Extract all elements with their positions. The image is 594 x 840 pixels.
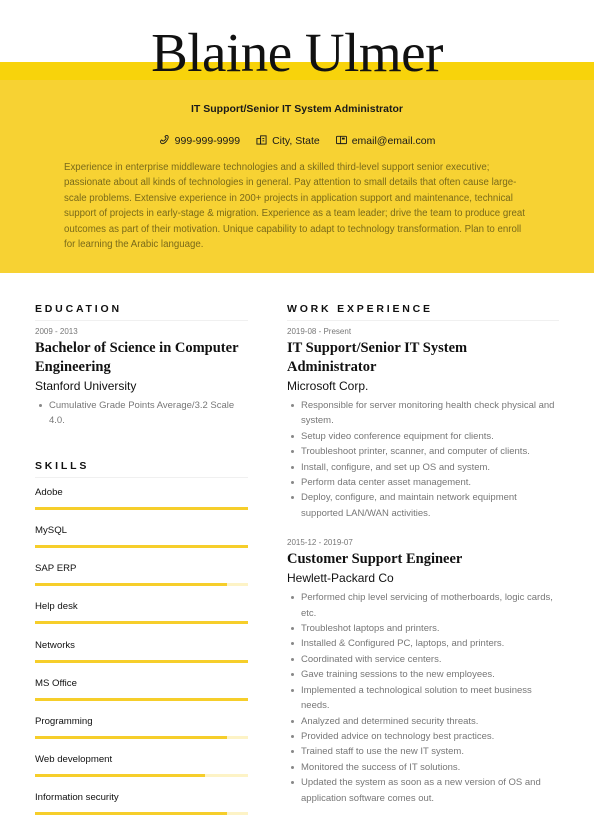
skill-name: SAP ERP (35, 563, 77, 575)
skill-name: Programming (35, 715, 93, 727)
job-title: IT Support/Senior IT System Administrato… (287, 340, 468, 375)
skill-name: Help desk (35, 601, 78, 613)
job-responsibility-item: Trained staff to use the new IT system. (287, 744, 559, 759)
skill-level-track (35, 659, 248, 663)
skill-level-fill (35, 621, 248, 625)
job-responsibility-item: Performed chip level servicing of mother… (287, 590, 559, 621)
skill-level-track (35, 545, 248, 548)
job-date: 2015-12 - 2019-07 (287, 538, 353, 548)
job-responsibility-item: Coordinated with service centers. (287, 652, 559, 667)
location-icon (256, 134, 267, 148)
skill-item: Adobe (35, 484, 248, 522)
skill-name: MySQL (35, 525, 67, 536)
skill-level-fill (35, 774, 206, 778)
skill-level-fill (35, 697, 248, 701)
skill-item: MySQL (35, 522, 248, 560)
job-responsibility-item: Analyzed and determined security threats… (287, 714, 559, 729)
job-responsibility-item: Provided advice on technology best pract… (287, 729, 559, 744)
professional-summary: Experience in enterprise middleware tech… (64, 162, 525, 251)
education-degree: Bachelor of Science in Computer Engineer… (35, 340, 239, 375)
education-details: Cumulative Grade Points Average/3.2 Scal… (35, 398, 248, 429)
contact-email: email@email.com (335, 134, 436, 148)
job-entry: 2015-12 - 2019-07 Customer Support Engine… (287, 538, 559, 806)
skill-level-fill (35, 659, 248, 663)
email-link[interactable]: email@email.com (352, 135, 436, 147)
skill-name: MS Office (35, 677, 77, 689)
skill-level-track (35, 774, 248, 778)
skill-level-track (35, 506, 248, 510)
skill-item: Networks (35, 637, 248, 675)
jobs-list: 2019-08 - Present IT Support/Senior IT Sy… (287, 327, 559, 806)
job-entry: 2019-08 - Present IT Support/Senior IT Sy… (287, 327, 559, 521)
skill-item: SAP ERP (35, 560, 248, 598)
education-date: 2009 - 2013 (35, 327, 78, 336)
job-responsibilities: Performed chip level servicing of mother… (287, 590, 559, 806)
education-school: Stanford University (35, 379, 137, 393)
skill-name: Information security (35, 792, 119, 804)
skill-name: Networks (35, 639, 75, 651)
skill-level-fill (35, 506, 248, 510)
contact-location: City, State (256, 134, 320, 148)
education-section: EDUCATION 2009 - 2013 Bachelor of Scienc… (35, 303, 248, 429)
job-date: 2019-08 - Present (287, 327, 352, 336)
skill-item: Information security (35, 789, 248, 827)
skill-name: Adobe (35, 486, 63, 498)
skill-name: Web development (35, 754, 113, 766)
job-responsibility-item: Troubleshoot printer, scanner, and compu… (287, 444, 559, 459)
job-responsibility-item: Updated the system as soon as a new vers… (287, 775, 559, 806)
skill-level-track (35, 735, 248, 739)
right-column: WORK EXPERIENCE 2019-08 - Present IT Supp… (287, 303, 559, 823)
job-responsibility-item: Deploy, configure, and maintain network … (287, 490, 559, 521)
job-title: Customer Support Engineer (287, 551, 463, 568)
location-text: City, State (272, 135, 320, 147)
skill-level-fill (35, 735, 227, 739)
contact-info: 999-999-9999 City, State email@email.com (0, 134, 594, 148)
job-responsibility-item: Troubleshot laptops and printers. (287, 621, 559, 636)
job-responsibility-item: Install, configure, and set up OS and sy… (287, 460, 559, 475)
contact-phone: 999-999-9999 (159, 134, 240, 148)
education-heading: EDUCATION (35, 303, 248, 321)
skills-list: Adobe MySQL SAP ERP Help desk Networks MS Off… (35, 484, 248, 828)
skill-item: MS Office (35, 675, 248, 713)
candidate-name: Blaine Ulmer (151, 22, 443, 83)
skill-level-track (35, 621, 248, 625)
skill-level-fill (35, 812, 227, 816)
work-experience-heading: WORK EXPERIENCE (287, 303, 559, 321)
job-responsibility-item: Setup video conference equipment for cli… (287, 429, 559, 444)
skills-heading: SKILLS (35, 460, 248, 478)
phone-number: 999-999-9999 (174, 135, 241, 147)
job-responsibility-item: Monitored the success of IT solutions. (287, 760, 559, 775)
skill-level-track (35, 697, 248, 701)
skill-level-track (35, 812, 248, 816)
skill-item: Help desk (35, 598, 248, 636)
work-experience-section: WORK EXPERIENCE 2019-08 - Present IT Supp… (287, 303, 559, 806)
job-company: Microsoft Corp. (287, 379, 369, 393)
job-responsibilities: Responsible for server monitoring health… (287, 398, 559, 521)
job-responsibility-item: Installed & Configured PC, laptops, and … (287, 636, 559, 651)
phone-icon (159, 134, 170, 148)
skill-level-fill (35, 545, 248, 548)
skill-level-fill (35, 583, 227, 587)
header: Blaine Ulmer IT Support/Senior IT System… (0, 0, 594, 273)
job-company: Hewlett-Packard Co (287, 571, 394, 586)
skills-section: SKILLS Adobe MySQL SAP ERP Help desk Network… (35, 460, 248, 828)
job-title: IT Support/Senior IT System Administrato… (191, 103, 403, 115)
education-detail-item: Cumulative Grade Points Average/3.2 Scal… (35, 398, 248, 429)
mailbox-icon (335, 134, 347, 148)
skill-item: Programming (35, 713, 248, 751)
job-responsibility-item: Gave training sessions to the new employ… (287, 667, 559, 682)
skill-level-track (35, 583, 248, 587)
left-column: EDUCATION 2009 - 2013 Bachelor of Scienc… (35, 303, 248, 828)
skill-item: Web development (35, 751, 248, 789)
job-responsibility-item: Responsible for server monitoring health… (287, 398, 559, 429)
job-responsibility-item: Implemented a technological solution to … (287, 683, 559, 714)
job-responsibility-item: Perform data center asset management. (287, 475, 559, 490)
